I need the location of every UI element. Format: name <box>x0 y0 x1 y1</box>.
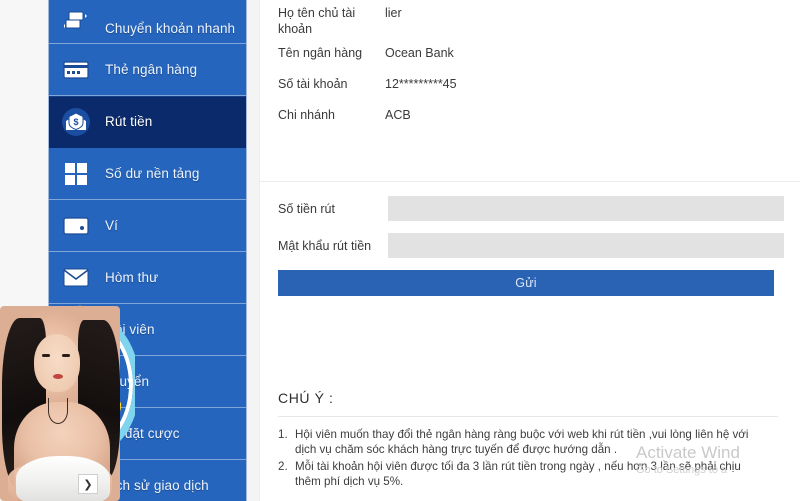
amount-label: Số tiền rút <box>278 201 335 216</box>
note-text: Hội viên muốn thay đổi thẻ ngân hàng ràn… <box>295 428 749 456</box>
svg-text:$: $ <box>73 117 78 127</box>
withdraw-form: Số tiền rút Mật khẩu rút tiền Gửi <box>260 196 800 296</box>
withdraw-money-icon: $ <box>59 107 93 137</box>
note-number: 2. <box>278 460 288 473</box>
table-row: Họ tên chủ tài khoản lier <box>260 4 800 40</box>
promo-necklace <box>48 398 68 424</box>
password-label: Mật khẩu rút tiền <box>278 238 372 253</box>
table-row: Chi nhánh ACB <box>260 106 800 133</box>
info-value: 12*********45 <box>385 77 457 91</box>
grid-icon <box>59 159 93 189</box>
envelope-icon <box>59 263 93 293</box>
table-row: Tên ngân hàng Ocean Bank <box>260 44 800 71</box>
promo-eye-left <box>42 354 50 357</box>
list-item: 1. Hội viên muốn thay đổi thẻ ngân hàng … <box>278 427 800 457</box>
section-divider <box>260 181 800 182</box>
sidebar-item-platform-balance[interactable]: Số dư nền tảng <box>49 148 246 200</box>
sidebar-item-label: Thẻ ngân hàng <box>105 62 198 77</box>
password-row: Mật khẩu rút tiền <box>260 233 800 258</box>
promo-next-icon[interactable]: ❯ <box>78 474 98 494</box>
notes-divider <box>278 416 778 417</box>
sidebar-item-quick-transfer[interactable]: Chuyển khoản nhanh <box>49 0 246 44</box>
sidebar-item-inbox[interactable]: Hòm thư <box>49 252 246 304</box>
sidebar-item-wallet[interactable]: Ví <box>49 200 246 252</box>
sidebar-item-label: Rút tiền <box>105 114 153 129</box>
notes-title: CHÚ Ý : <box>278 390 334 406</box>
sidebar-item-withdraw[interactable]: $ Rút tiền <box>49 96 246 148</box>
withdraw-password-input[interactable] <box>388 233 784 258</box>
sidebar-item-label: Hòm thư <box>105 270 159 285</box>
main-content: Họ tên chủ tài khoản lier Tên ngân hàng … <box>259 0 800 501</box>
info-value: ACB <box>385 108 411 122</box>
transfer-icon <box>59 6 93 36</box>
account-info-table: Họ tên chủ tài khoản lier Tên ngân hàng … <box>260 0 800 133</box>
promo-lips <box>53 374 63 379</box>
info-label: Số tài khoản <box>278 77 348 91</box>
wallet-icon <box>59 211 93 241</box>
sidebar-item-bank-card[interactable]: Thẻ ngân hàng <box>49 44 246 96</box>
amount-row: Số tiền rút <box>260 196 800 221</box>
note-number: 1. <box>278 428 288 441</box>
info-value: Ocean Bank <box>385 46 454 60</box>
submit-button[interactable]: Gửi <box>278 270 774 296</box>
withdraw-page: Chuyển khoản nhanh Thẻ ngân hàng $ Rút t… <box>0 0 800 501</box>
notes-section: CHÚ Ý : 1. Hội viên muốn thay đổi thẻ ng… <box>260 390 800 491</box>
promo-eye-right <box>62 354 70 357</box>
info-label: Tên ngân hàng <box>278 46 363 60</box>
bank-card-icon <box>59 55 93 85</box>
sidebar-item-label: Chuyển khoản nhanh <box>105 21 236 36</box>
sidebar-item-label: Ví <box>105 218 118 233</box>
sidebar-item-label: Số dư nền tảng <box>105 166 200 181</box>
promo-face <box>34 334 80 392</box>
info-label: Họ tên chủ tài khoản <box>278 6 356 36</box>
withdraw-amount-input[interactable] <box>388 196 784 221</box>
promo-overlay-image[interactable]: ❯ <box>0 300 135 501</box>
list-item: 2. Mỗi tài khoản hội viên được tối đa 3 … <box>278 459 800 489</box>
info-label: Chi nhánh <box>278 108 335 122</box>
table-row: Số tài khoản 12*********45 <box>260 75 800 102</box>
promo-photo <box>0 306 120 501</box>
note-text: Mỗi tài khoản hội viên được tối đa 3 lần… <box>295 460 741 488</box>
info-value: lier <box>385 6 402 20</box>
